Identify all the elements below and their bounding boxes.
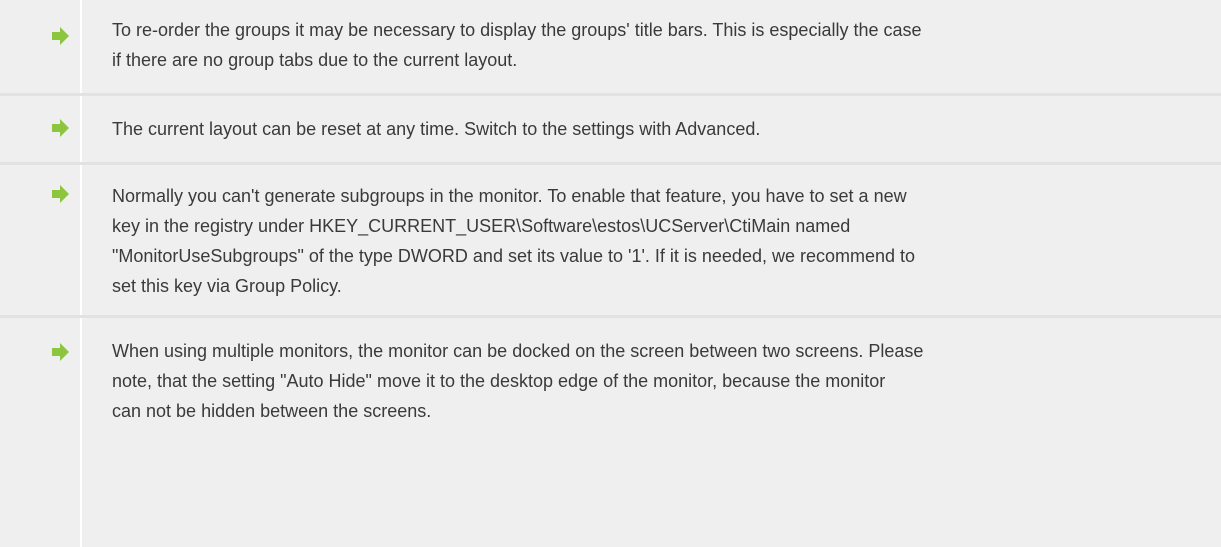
arrow-right-icon bbox=[52, 343, 69, 361]
note-line: The current layout can be reset at any t… bbox=[112, 119, 761, 139]
note-item: To re-order the groups it may be necessa… bbox=[0, 0, 1221, 93]
note-text: When using multiple monitors, the monito… bbox=[112, 336, 1207, 426]
note-item: Normally you can't generate subgroups in… bbox=[0, 165, 1221, 315]
notes-list: To re-order the groups it may be necessa… bbox=[0, 0, 1221, 547]
arrow-right-icon bbox=[52, 27, 69, 45]
note-icon-column bbox=[0, 0, 82, 93]
note-line: note, that the setting "Auto Hide" move … bbox=[112, 371, 886, 391]
note-line: "MonitorUseSubgroups" of the type DWORD … bbox=[112, 246, 916, 266]
note-line: set this key via Group Policy. bbox=[112, 276, 342, 296]
note-icon-column bbox=[0, 165, 82, 315]
arrow-right-icon bbox=[52, 185, 69, 203]
note-text: The current layout can be reset at any t… bbox=[112, 114, 1207, 144]
note-line: key in the registry under HKEY_CURRENT_U… bbox=[112, 216, 851, 236]
note-icon-column bbox=[0, 96, 82, 162]
note-line: can not be hidden between the screens. bbox=[112, 401, 432, 421]
note-line: To re-order the groups it may be necessa… bbox=[112, 20, 922, 40]
note-line: if there are no group tabs due to the cu… bbox=[112, 50, 518, 70]
note-text: To re-order the groups it may be necessa… bbox=[112, 15, 1207, 75]
note-item: When using multiple monitors, the monito… bbox=[0, 318, 1221, 547]
note-line: When using multiple monitors, the monito… bbox=[112, 341, 924, 361]
note-item: The current layout can be reset at any t… bbox=[0, 96, 1221, 162]
arrow-right-icon bbox=[52, 119, 69, 137]
note-text: Normally you can't generate subgroups in… bbox=[112, 181, 1207, 301]
note-line: Normally you can't generate subgroups in… bbox=[112, 186, 907, 206]
note-icon-column bbox=[0, 318, 82, 547]
